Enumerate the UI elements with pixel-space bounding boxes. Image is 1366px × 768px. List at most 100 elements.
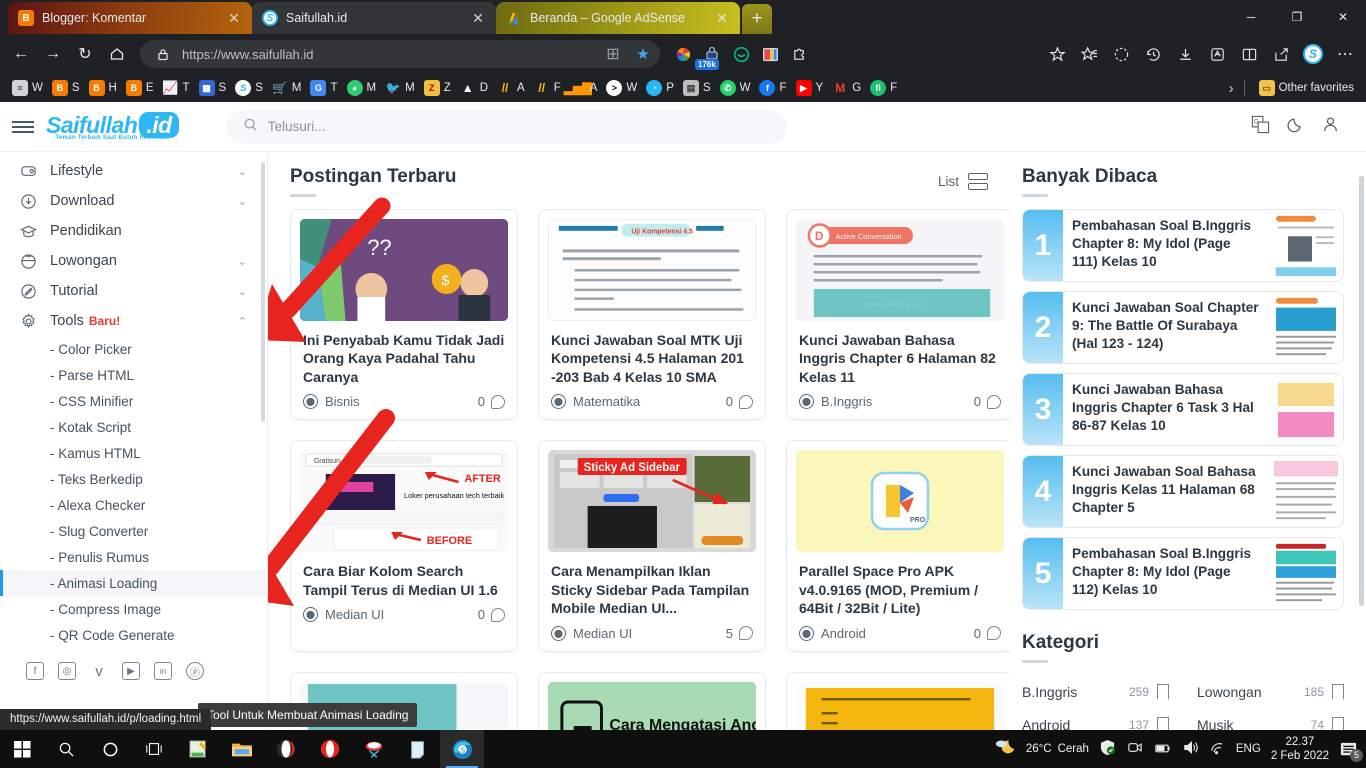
- post-category[interactable]: Android: [821, 626, 866, 641]
- counter-extension-icon[interactable]: 176k: [695, 41, 725, 70]
- post-card[interactable]: ?? $ Ini Penyabab Kamu Tidak Jadi Orang …: [290, 209, 518, 421]
- category-item-android[interactable]: Android 137: [1022, 708, 1169, 730]
- bookmark-item[interactable]: BE: [122, 78, 158, 98]
- read-aloud-icon[interactable]: [1202, 39, 1232, 69]
- bookmark-item[interactable]: BS: [48, 78, 84, 98]
- bookmark-item[interactable]: //A: [493, 78, 529, 98]
- youtube-icon[interactable]: ▶: [122, 662, 140, 680]
- sidebar-item-pendidikan[interactable]: Pendidikan: [0, 216, 267, 246]
- hamburger-menu-icon[interactable]: [0, 118, 46, 136]
- chevron-down-icon[interactable]: ⌄: [238, 255, 247, 268]
- profile-icon[interactable]: S: [1298, 39, 1328, 69]
- dark-mode-moon-icon[interactable]: [1286, 115, 1305, 139]
- chevron-down-icon[interactable]: ⌄: [238, 165, 247, 178]
- address-bar[interactable]: https://www.saifullah.id ⊞ ★: [140, 40, 660, 68]
- category-item-musik[interactable]: Musik 74: [1197, 708, 1344, 730]
- close-icon[interactable]: ✕: [470, 10, 486, 26]
- chevron-down-icon[interactable]: ⌄: [238, 195, 247, 208]
- browser-tab-blogger[interactable]: B Blogger: Komentar ✕: [8, 2, 252, 34]
- sticky-notes-icon[interactable]: [396, 730, 440, 768]
- search-icon[interactable]: [44, 730, 88, 768]
- bookmark-item[interactable]: 🛒 M: [268, 78, 306, 98]
- bookmark-item[interactable]: ZZ: [420, 78, 455, 98]
- camera-icon[interactable]: [1126, 739, 1143, 759]
- color-wheel-extension-icon[interactable]: [670, 41, 696, 67]
- browser-tab-saifullah[interactable]: S Saifullah.id ✕: [252, 2, 496, 34]
- post-card[interactable]: Gratisun Loker perusahaan tech terbaik A…: [290, 440, 518, 652]
- notepad-app-icon[interactable]: [176, 730, 220, 768]
- opera-gx-icon[interactable]: [264, 730, 308, 768]
- bookmark-item[interactable]: fi F: [866, 78, 901, 98]
- sidebar-item-slug-converter[interactable]: - Slug Converter: [0, 518, 267, 544]
- site-logo[interactable]: Saifullah .id Teman Terbaik Saat Butuh In…: [46, 112, 179, 141]
- sidebar-item-lifestyle[interactable]: Lifestyle ⌄: [0, 156, 267, 186]
- sidebar-item-qr-code-generate[interactable]: - QR Code Generate: [0, 622, 267, 648]
- downloads-icon[interactable]: [1170, 39, 1200, 69]
- security-shield-icon[interactable]: [1099, 739, 1116, 759]
- language-indicator[interactable]: ENG: [1236, 743, 1261, 755]
- start-button[interactable]: [0, 730, 44, 768]
- sidebar-item-kotak-script[interactable]: - Kotak Script: [0, 414, 267, 440]
- post-category[interactable]: Median UI: [325, 607, 384, 622]
- reload-icon[interactable]: ↻: [70, 39, 100, 69]
- post-category[interactable]: Matematika: [573, 394, 640, 409]
- category-item-lowongan[interactable]: Lowongan 185: [1197, 675, 1344, 708]
- sidebar-item-penulis-rumus[interactable]: - Penulis Rumus: [0, 544, 267, 570]
- browser-tab-adsense[interactable]: Beranda – Google AdSense ✕: [496, 2, 740, 34]
- sidebar-item-parse-html[interactable]: - Parse HTML: [0, 362, 267, 388]
- bookmarks-overflow-chevron[interactable]: ›: [1229, 80, 1234, 97]
- sidebar-item-color-picker[interactable]: - Color Picker: [0, 336, 267, 362]
- popular-post-item[interactable]: 4 Kunci Jawaban Soal Bahasa Inggris Kela…: [1022, 455, 1344, 528]
- post-category[interactable]: B.Inggris: [821, 394, 872, 409]
- back-icon[interactable]: ←: [6, 39, 36, 69]
- split-screen-icon[interactable]: ⊞: [602, 43, 624, 65]
- home-icon[interactable]: [102, 39, 132, 69]
- post-card[interactable]: D Active Conversation www.saifullah.id K…: [786, 209, 1010, 421]
- browser-essentials-icon[interactable]: [1106, 39, 1136, 69]
- category-item-binggris[interactable]: B.Inggris 259: [1022, 675, 1169, 708]
- forward-icon[interactable]: →: [38, 39, 68, 69]
- bookmark-item[interactable]: ▲ D: [456, 78, 492, 98]
- sidebar-item-compress-image[interactable]: - Compress Image: [0, 596, 267, 622]
- collections-icon[interactable]: [1042, 39, 1072, 69]
- bookmark-item[interactable]: 🐦 M: [381, 78, 419, 98]
- post-category[interactable]: Median UI: [573, 626, 632, 641]
- page-scrollbar[interactable]: [1359, 176, 1364, 606]
- sidebar-item-teks-berkedip[interactable]: - Teks Berkedip: [0, 466, 267, 492]
- list-view-toggle[interactable]: List: [938, 172, 988, 192]
- settings-more-icon[interactable]: ⋯: [1330, 39, 1360, 69]
- sidebar-item-tutorial[interactable]: Tutorial ⌄: [0, 276, 267, 306]
- split-icon[interactable]: [1234, 39, 1264, 69]
- maximize-button[interactable]: ❐: [1274, 0, 1320, 34]
- sidebar-item-download[interactable]: Download ⌄: [0, 186, 267, 216]
- share-icon[interactable]: [1266, 39, 1296, 69]
- bookmark-item[interactable]: ≈ W: [8, 78, 47, 98]
- bookmark-item[interactable]: ▶ Y: [792, 78, 828, 98]
- user-account-icon[interactable]: [1321, 115, 1340, 139]
- task-view-icon[interactable]: [132, 730, 176, 768]
- bookmark-item[interactable]: ◕ M: [343, 78, 381, 98]
- bookmark-item[interactable]: > W: [602, 78, 641, 98]
- notification-icon[interactable]: 5: [1339, 740, 1363, 762]
- post-card[interactable]: Sticky Ad Sidebar Cara Menampilkan Iklan…: [538, 440, 766, 652]
- minimize-button[interactable]: ─: [1228, 0, 1274, 34]
- history-icon[interactable]: [1138, 39, 1168, 69]
- cortana-icon[interactable]: [88, 730, 132, 768]
- bookmark-item[interactable]: fF: [755, 78, 790, 98]
- popular-post-item[interactable]: 1 Pembahasan Soal B.Inggris Chapter 8: M…: [1022, 209, 1344, 282]
- popular-post-item[interactable]: 3 Kunci Jawaban Bahasa Inggris Chapter 6…: [1022, 373, 1344, 446]
- twitter-icon[interactable]: ᴠ: [90, 662, 108, 680]
- other-favorites-button[interactable]: ▭ Other favorites: [1255, 78, 1358, 98]
- clock[interactable]: 22.37 2 Feb 2022: [1271, 735, 1329, 764]
- photo-extension-icon[interactable]: [757, 41, 783, 67]
- volume-icon[interactable]: [1182, 739, 1199, 759]
- close-icon[interactable]: ✕: [714, 10, 730, 26]
- bookmark-item[interactable]: 📈 T: [159, 78, 194, 98]
- sidebar-item-alexa-checker[interactable]: - Alexa Checker: [0, 492, 267, 518]
- pinterest-icon[interactable]: ⓟ: [186, 662, 204, 680]
- sidebar-item-kamus-html[interactable]: - Kamus HTML: [0, 440, 267, 466]
- post-category[interactable]: Bisnis: [325, 394, 360, 409]
- puzzle-extension-icon[interactable]: [786, 41, 812, 67]
- popular-post-item[interactable]: 2 Kunci Jawaban Soal Chapter 9: The Batt…: [1022, 291, 1344, 364]
- sidebar-item-tools[interactable]: Tools Baru! ⌃: [0, 306, 267, 336]
